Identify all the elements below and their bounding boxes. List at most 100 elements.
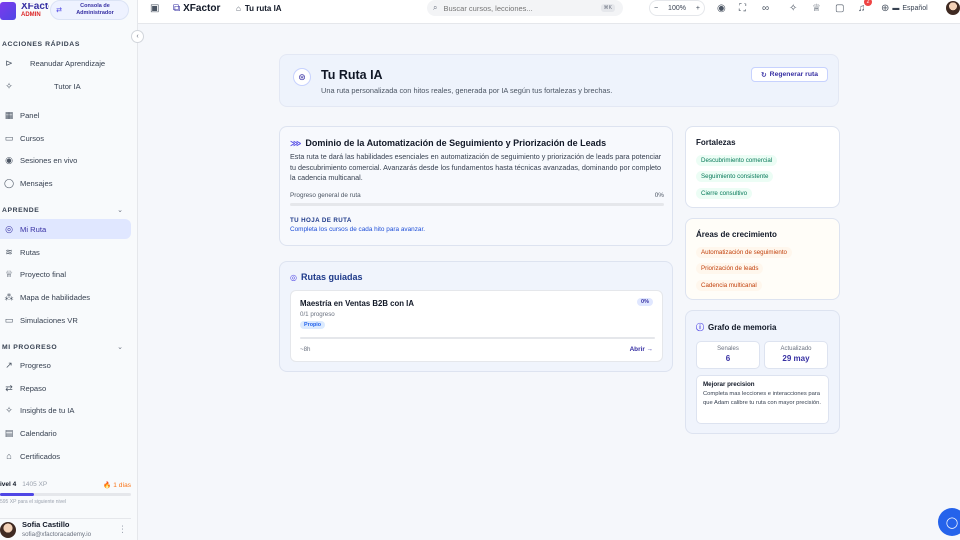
sidebar-item-vr-simulations[interactable]: ▭ Simulaciones VR <box>0 310 131 330</box>
sidebar-item-messages[interactable]: ◯ Mensajes <box>0 173 131 193</box>
tip-text: Completa mas lecciones e interacciones p… <box>703 391 821 406</box>
streak-badge: 🔥 1 días <box>103 482 131 489</box>
admin-label: ADMIN <box>21 12 41 18</box>
sidebar-item-ai-insights[interactable]: ✧ Insights de tu IA <box>0 400 131 420</box>
route-item-progress: 0/1 progreso <box>300 311 335 318</box>
updated-value: 29 may <box>782 354 810 363</box>
broadcast-icon: ◉ <box>5 154 13 165</box>
route-item-title: Maestría en Ventas B2B con IA <box>300 299 414 308</box>
nav-label: Calendario <box>20 428 57 438</box>
language-selector[interactable]: ⊕ ▬ Español <box>881 0 928 16</box>
home-brand-link[interactable]: ⧉ XFactor <box>173 0 220 16</box>
breadcrumb: ⌂ Tu ruta IA <box>236 0 282 16</box>
breadcrumb-current: Tu ruta IA <box>244 3 282 13</box>
chat-bubble-icon: ◯ <box>945 516 959 529</box>
more-vertical-icon[interactable]: ⋮ <box>118 524 127 535</box>
open-route-link[interactable]: Abrir → <box>630 346 653 353</box>
dashboard-icon: ▦ <box>4 109 14 120</box>
page-title: Tu Ruta IA <box>321 68 383 82</box>
ai-tutor-button[interactable]: ✧ Tutor IA <box>0 76 131 96</box>
book-open-icon: ⧉ <box>173 2 181 14</box>
chevron-down-icon[interactable]: ⌄ <box>117 206 123 214</box>
nav-label: Simulaciones VR <box>20 315 78 325</box>
memory-graph-card: ⓘ Grafo de memoria Senales 6 Actualizado… <box>685 310 840 434</box>
zoom-out-button[interactable]: − <box>654 5 658 12</box>
brand-name: XFactor <box>21 3 49 12</box>
route-hero: ⊛ Tu Ruta IA Una ruta personalizada con … <box>279 54 839 107</box>
nav-label: Proyecto final <box>20 269 67 279</box>
nav-label: Certificados <box>20 451 61 461</box>
reading-mode-button[interactable]: ∞ <box>762 0 769 16</box>
growth-areas-title: Áreas de crecimiento <box>696 230 777 239</box>
domain-card: ⋙ Dominio de la Automatización de Seguim… <box>279 126 673 246</box>
toggle-sidebar-button[interactable]: ▣ <box>150 0 159 16</box>
play-circle-icon: ⊳ <box>5 57 13 68</box>
ai-button[interactable]: ✧ <box>789 0 797 16</box>
brain-icon: ⊛ <box>293 68 311 86</box>
brand-logo[interactable] <box>0 2 16 20</box>
chat-assistant-button[interactable]: ◯ <box>938 508 960 536</box>
topbar: ▣ ⧉ XFactor ⌂ Tu ruta IA ⌕ ⌘K − 100% + ◉… <box>138 0 960 24</box>
search-bar[interactable]: ⌕ ⌘K <box>427 0 623 16</box>
route-item-progress-bar <box>300 337 655 339</box>
xp-value: 1405 XP <box>22 481 48 488</box>
calendar-icon: ▤ <box>4 427 14 438</box>
strength-chip: Descubrimiento comercial <box>696 155 778 166</box>
sidebar-item-review[interactable]: ⇄ Repaso <box>0 378 131 398</box>
sidebar-item-calendar[interactable]: ▤ Calendario <box>0 423 131 443</box>
growth-chip: Cadencia multicanal <box>696 280 762 291</box>
resume-learning-button[interactable]: ⊳ Reanudar Aprendizaje <box>0 53 131 73</box>
sidebar-item-my-route[interactable]: ◎ Mi Ruta <box>0 219 131 239</box>
sidebar-item-final-project[interactable]: ♕ Proyecto final <box>0 264 131 284</box>
sidebar-item-panel[interactable]: ▦ Panel <box>0 105 131 125</box>
refresh-icon: ↻ <box>760 71 767 79</box>
nav-label: Rutas <box>20 247 40 257</box>
nav-label: Insights de tu IA <box>20 405 75 415</box>
route-item[interactable]: Maestría en Ventas B2B con IA 0% 0/1 pro… <box>290 290 663 362</box>
info-icon: ⓘ <box>696 323 704 332</box>
strengths-card: Fortalezas Descubrimiento comercial Segu… <box>685 126 840 208</box>
admin-console-label: Consola de Administrador <box>76 3 114 16</box>
sidebar-item-skills-map[interactable]: ⁂ Mapa de habilidades <box>0 287 131 307</box>
switch-icon: ⇄ <box>56 7 62 14</box>
progress-label: Progreso general de ruta <box>290 192 361 199</box>
search-input[interactable] <box>443 3 594 13</box>
chevron-down-icon[interactable]: ⌄ <box>117 343 123 351</box>
growth-chip: Automatización de seguimiento <box>696 247 792 258</box>
quick-actions-title: ACCIONES RÁPIDAS <box>2 41 80 48</box>
sidebar-item-progress[interactable]: ↗ Progreso <box>0 355 131 375</box>
regenerate-label: Regenerar ruta <box>769 71 819 78</box>
user-avatar-button[interactable] <box>946 0 960 16</box>
sidebar-item-live-sessions[interactable]: ◉ Sesiones en vivo <box>0 150 131 170</box>
glasses-icon: ∞ <box>762 2 770 14</box>
level-note: 595 XP para el siguiente nivel <box>0 499 67 505</box>
route-item-percent: 0% <box>637 298 653 306</box>
user-email: sofia@xfactoracademy.io <box>22 530 92 538</box>
messages-button[interactable]: ▢ <box>835 0 844 16</box>
route-icon: ⋙ <box>290 138 302 148</box>
regenerate-route-button[interactable]: ↻ Regenerar ruta <box>751 67 828 82</box>
strength-chip: Cierre consultivo <box>696 188 753 199</box>
strengths-title: Fortalezas <box>696 138 736 147</box>
memory-graph-title: Grafo de memoria <box>708 323 777 332</box>
nav-label: Mapa de habilidades <box>20 292 91 302</box>
updated-label: Actualizado <box>780 346 812 352</box>
guided-routes-title: Rutas guiadas <box>300 272 363 282</box>
fullscreen-button[interactable]: ⛶ <box>739 0 746 16</box>
sidebar-item-courses[interactable]: ▭ Cursos <box>0 128 131 148</box>
visibility-button[interactable]: ◉ <box>717 0 726 16</box>
sidebar-item-routes[interactable]: ≋ Rutas <box>0 242 131 262</box>
user-profile[interactable]: Sofia Castillo sofia@xfactoracademy.io ⋮ <box>0 518 131 540</box>
nav-label: Reanudar Aprendizaje <box>30 58 106 68</box>
achievements-button[interactable]: ♕ <box>812 0 821 16</box>
zoom-in-button[interactable]: + <box>696 5 700 12</box>
admin-console-button[interactable]: ⇄ Consola de Administrador <box>50 0 129 20</box>
sidebar-item-certificates[interactable]: ⌂ Certificados <box>0 446 131 466</box>
route-item-duration: ~8h <box>300 346 311 353</box>
search-icon: ⌕ <box>433 3 438 12</box>
sidebar: XFactor ADMIN ⇄ Consola de Administrador… <box>0 0 138 540</box>
brand: XFactor ADMIN ⇄ Consola de Administrador <box>0 0 138 22</box>
notifications-button[interactable]: ♫ 2 <box>858 0 872 16</box>
strength-chip: Seguimiento consistente <box>696 171 774 182</box>
language-label: Español <box>902 4 928 12</box>
